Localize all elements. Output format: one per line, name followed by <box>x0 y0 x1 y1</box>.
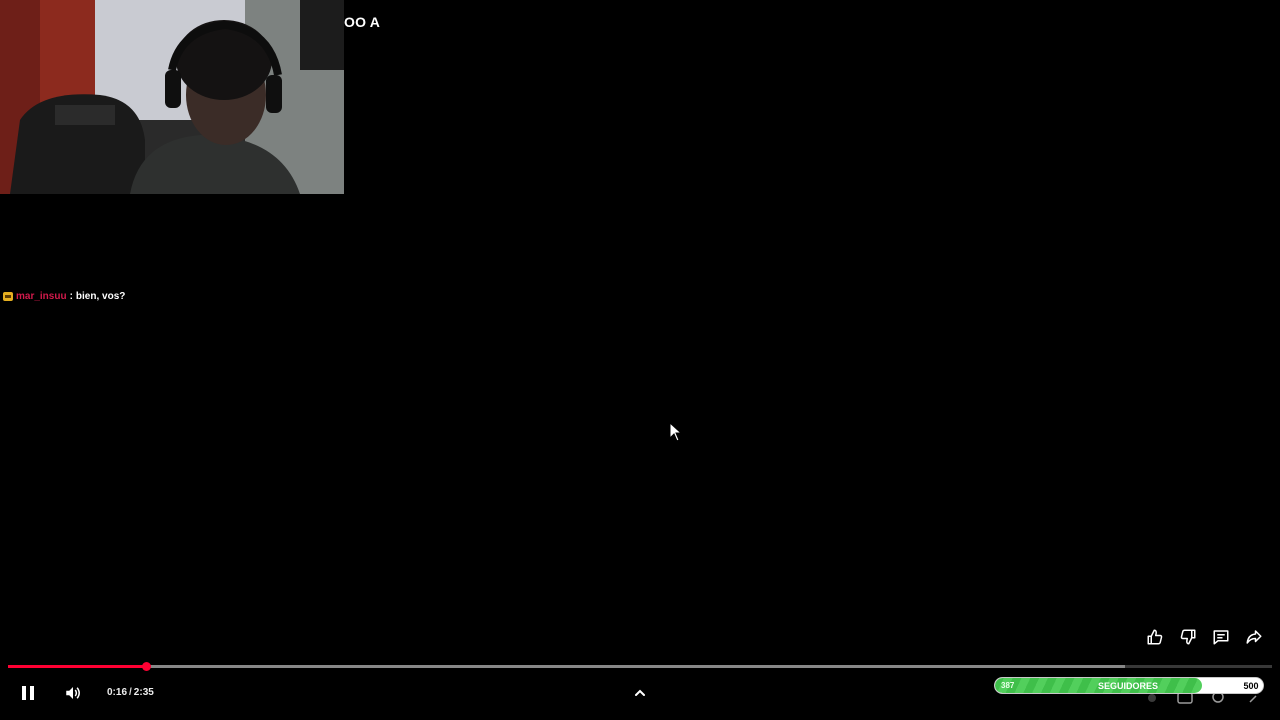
progress-buffered <box>8 665 1126 668</box>
progress-played <box>8 665 146 668</box>
chat-separator: : <box>69 291 73 302</box>
goal-label: SEGUIDORES <box>1097 681 1158 691</box>
current-time: 0:16 <box>107 687 128 698</box>
chevron-up-icon <box>635 689 645 696</box>
overlay-title: OO A <box>344 14 381 30</box>
chat-badge-icon <box>3 292 13 301</box>
progress-bar[interactable] <box>8 662 1272 671</box>
progress-scrubber[interactable] <box>141 662 151 671</box>
chat-message: mar_insuu : bien, vos? <box>3 291 125 302</box>
pause-button[interactable] <box>16 681 40 705</box>
thumbs-up-icon[interactable] <box>1145 627 1165 647</box>
chat-text: bien, vos? <box>75 291 126 302</box>
share-icon[interactable] <box>1244 627 1264 647</box>
webcam-overlay <box>0 0 344 194</box>
comment-icon[interactable] <box>1211 627 1231 647</box>
expand-button[interactable] <box>628 681 652 705</box>
video-player[interactable]: OO A mar_insuu : bien, vos? 0:16 / 2:35 … <box>0 0 1280 720</box>
thumbs-down-icon[interactable] <box>1178 627 1198 647</box>
time-separator: / <box>129 687 132 698</box>
volume-icon <box>66 687 80 699</box>
action-icons <box>1145 627 1264 647</box>
chat-username: mar_insuu <box>16 291 67 302</box>
goal-target-count: 500 <box>1239 678 1263 693</box>
pause-icon <box>22 686 34 700</box>
volume-button[interactable] <box>61 681 85 705</box>
followers-goal-bar: 387 SEGUIDORES 500 <box>994 677 1264 694</box>
duration: 2:35 <box>133 687 154 698</box>
time-display: 0:16/2:35 <box>107 687 154 698</box>
mouse-cursor-icon <box>669 421 683 447</box>
